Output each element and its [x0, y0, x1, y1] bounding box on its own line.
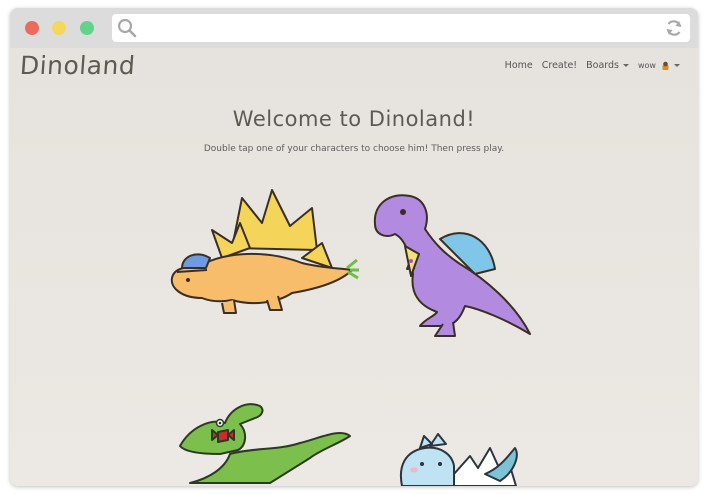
close-window-button[interactable] — [25, 21, 39, 35]
browser-window: Dinoland Home Create! Boards wow Welcome… — [10, 8, 698, 486]
nav-user-label: wow — [637, 61, 656, 70]
nav-create[interactable]: Create! — [542, 60, 577, 71]
top-nav: Home Create! Boards wow — [505, 60, 680, 71]
nav-boards-label: Boards — [586, 60, 619, 71]
maximize-window-button[interactable] — [80, 21, 94, 35]
nav-home[interactable]: Home — [505, 60, 533, 71]
purple-trex-character[interactable] — [365, 184, 540, 344]
reload-icon[interactable] — [664, 18, 684, 38]
blue-baby-dino-character[interactable] — [390, 426, 530, 486]
chevron-down-icon — [674, 64, 680, 67]
stegosaurus-character[interactable] — [162, 188, 362, 318]
green-pterodactyl-character[interactable] — [170, 388, 370, 486]
page-title: Welcome to Dinoland! — [232, 107, 476, 131]
chevron-down-icon — [622, 64, 629, 67]
minimize-window-button[interactable] — [52, 21, 66, 35]
page-subtitle: Double tap one of your characters to cho… — [203, 144, 505, 154]
address-bar[interactable] — [112, 14, 690, 42]
nav-user-dropdown[interactable]: wow — [638, 60, 680, 71]
nav-boards-dropdown[interactable]: Boards — [586, 60, 629, 71]
browser-titlebar — [10, 8, 698, 48]
search-icon — [117, 18, 137, 38]
page-content: Dinoland Home Create! Boards wow Welcome… — [10, 48, 698, 486]
brand-logo[interactable]: Dinoland — [19, 51, 136, 80]
user-avatar-icon — [662, 61, 669, 70]
